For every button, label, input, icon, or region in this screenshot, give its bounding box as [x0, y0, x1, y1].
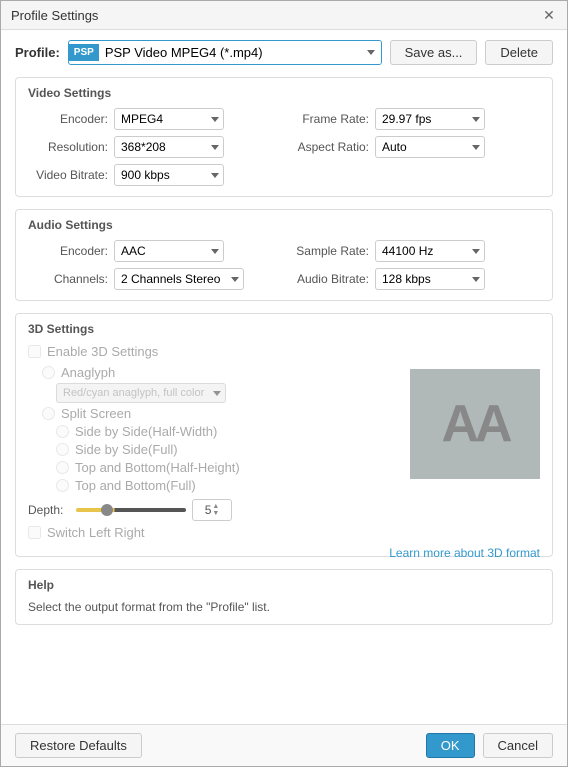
footer: Restore Defaults OK Cancel [1, 724, 567, 766]
footer-right: OK Cancel [426, 733, 553, 758]
audio-bitrate-row: Audio Bitrate: 128 kbps [289, 268, 540, 290]
enable-3d-row: Enable 3D Settings [28, 344, 540, 359]
window-title: Profile Settings [11, 8, 98, 23]
top-bottom-full-radio[interactable] [56, 479, 69, 492]
side-by-side-half-label: Side by Side(Half-Width) [75, 424, 217, 439]
video-settings-section: Video Settings Encoder: MPEG4 Frame Rate… [15, 77, 553, 197]
side-by-side-half-row: Side by Side(Half-Width) [56, 424, 400, 439]
top-bottom-full-label: Top and Bottom(Full) [75, 478, 196, 493]
video-settings-grid: Encoder: MPEG4 Frame Rate: 29.97 fps Res… [28, 108, 540, 186]
profile-label: Profile: [15, 45, 60, 60]
encoder-label: Encoder: [28, 112, 108, 126]
audio-settings-title: Audio Settings [28, 218, 540, 232]
main-window: Profile Settings ✕ Profile: PSP PSP Vide… [0, 0, 568, 767]
resolution-row: Resolution: 368*208 [28, 136, 279, 158]
encoder-row: Encoder: MPEG4 [28, 108, 279, 130]
sample-rate-label: Sample Rate: [289, 244, 369, 258]
side-by-side-full-radio[interactable] [56, 443, 69, 456]
anaglyph-option-row: Red/cyan anaglyph, full color [56, 383, 400, 403]
anaglyph-label: Anaglyph [61, 365, 115, 380]
frame-rate-label: Frame Rate: [289, 112, 369, 126]
help-text: Select the output format from the "Profi… [28, 600, 540, 614]
resolution-label: Resolution: [28, 140, 108, 154]
switch-left-right-label: Switch Left Right [47, 525, 145, 540]
save-as-button[interactable]: Save as... [390, 40, 478, 65]
enable-3d-checkbox[interactable] [28, 345, 41, 358]
aspect-ratio-select[interactable]: Auto [375, 136, 485, 158]
ok-button[interactable]: OK [426, 733, 475, 758]
anaglyph-radio[interactable] [42, 366, 55, 379]
aspect-ratio-row: Aspect Ratio: Auto [289, 136, 540, 158]
channels-select[interactable]: 2 Channels Stereo [114, 268, 244, 290]
video-bitrate-select[interactable]: 900 kbps [114, 164, 224, 186]
side-by-side-half-radio[interactable] [56, 425, 69, 438]
help-title: Help [28, 578, 540, 592]
audio-bitrate-label: Audio Bitrate: [289, 272, 369, 286]
split-screen-row: Split Screen [42, 406, 400, 421]
top-bottom-half-radio[interactable] [56, 461, 69, 474]
top-bottom-full-row: Top and Bottom(Full) [56, 478, 400, 493]
profile-select[interactable]: PSP Video MPEG4 (*.mp4) [99, 41, 381, 64]
depth-slider[interactable] [76, 508, 186, 512]
switch-left-right-row: Switch Left Right [28, 525, 400, 540]
top-bottom-half-label: Top and Bottom(Half-Height) [75, 460, 240, 475]
sample-rate-row: Sample Rate: 44100 Hz [289, 240, 540, 262]
side-by-side-full-row: Side by Side(Full) [56, 442, 400, 457]
anaglyph-select[interactable]: Red/cyan anaglyph, full color [56, 383, 226, 403]
frame-rate-row: Frame Rate: 29.97 fps [289, 108, 540, 130]
3d-settings-section: 3D Settings Enable 3D Settings Anaglyph … [15, 313, 553, 557]
close-button[interactable]: ✕ [541, 7, 557, 23]
split-screen-radio[interactable] [42, 407, 55, 420]
profile-row: Profile: PSP PSP Video MPEG4 (*.mp4) Sav… [15, 40, 553, 65]
audio-settings-grid: Encoder: AAC Sample Rate: 44100 Hz Chann… [28, 240, 540, 290]
side-by-side-full-label: Side by Side(Full) [75, 442, 178, 457]
cancel-button[interactable]: Cancel [483, 733, 553, 758]
profile-icon: PSP [69, 44, 99, 61]
anaglyph-row: Anaglyph [42, 365, 400, 380]
top-bottom-half-row: Top and Bottom(Half-Height) [56, 460, 400, 475]
profile-select-wrap: PSP PSP Video MPEG4 (*.mp4) [68, 40, 382, 65]
enable-3d-label: Enable 3D Settings [47, 344, 158, 359]
audio-encoder-select[interactable]: AAC [114, 240, 224, 262]
resolution-select[interactable]: 368*208 [114, 136, 224, 158]
audio-encoder-label: Encoder: [28, 244, 108, 258]
learn-more-link[interactable]: Learn more about 3D format [389, 546, 540, 560]
depth-label: Depth: [28, 503, 70, 517]
title-bar: Profile Settings ✕ [1, 1, 567, 30]
split-screen-label: Split Screen [61, 406, 131, 421]
frame-rate-select[interactable]: 29.97 fps [375, 108, 485, 130]
help-section: Help Select the output format from the "… [15, 569, 553, 625]
sample-rate-select[interactable]: 44100 Hz [375, 240, 485, 262]
audio-encoder-row: Encoder: AAC [28, 240, 279, 262]
audio-bitrate-select[interactable]: 128 kbps [375, 268, 485, 290]
video-bitrate-label: Video Bitrate: [28, 168, 108, 182]
video-settings-title: Video Settings [28, 86, 540, 100]
depth-slider-wrap [76, 503, 186, 517]
restore-defaults-button[interactable]: Restore Defaults [15, 733, 142, 758]
depth-arrows: ▲ ▼ [212, 503, 219, 517]
aa-preview-text: AA [441, 398, 508, 450]
content-area: Profile: PSP PSP Video MPEG4 (*.mp4) Sav… [1, 30, 567, 724]
channels-row: Channels: 2 Channels Stereo [28, 268, 279, 290]
3d-left-panel: Anaglyph Red/cyan anaglyph, full color S… [28, 365, 400, 540]
aspect-ratio-label: Aspect Ratio: [289, 140, 369, 154]
delete-button[interactable]: Delete [485, 40, 553, 65]
3d-content: Anaglyph Red/cyan anaglyph, full color S… [28, 365, 540, 540]
3d-settings-title: 3D Settings [28, 322, 540, 336]
depth-row: Depth: 5 ▲ ▼ [28, 499, 400, 521]
depth-number: 5 [205, 503, 212, 517]
channels-label: Channels: [28, 272, 108, 286]
video-bitrate-row: Video Bitrate: 900 kbps [28, 164, 279, 186]
audio-settings-section: Audio Settings Encoder: AAC Sample Rate:… [15, 209, 553, 301]
depth-value: 5 ▲ ▼ [192, 499, 232, 521]
encoder-select[interactable]: MPEG4 [114, 108, 224, 130]
3d-preview-box: AA [410, 369, 540, 479]
switch-left-right-checkbox[interactable] [28, 526, 41, 539]
